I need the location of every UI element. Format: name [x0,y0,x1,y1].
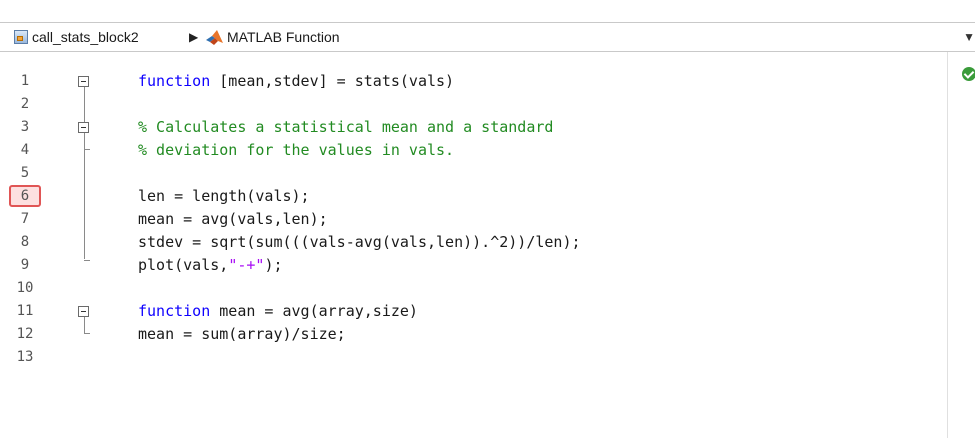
matlab-function-editor: call_stats_block2 ▶ MATLAB Function ▼ 1 … [0,0,975,438]
string-literal: "-+" [228,256,265,274]
matlab-logo-icon [206,29,223,45]
code-text: plot(vals, [138,256,229,274]
line-number[interactable]: 12 [0,323,50,346]
code-analyzer-bar [947,52,975,438]
code-comment-line[interactable]: % Calculates a statistical mean and a st… [138,116,553,139]
line-number[interactable]: 2 [0,93,50,116]
code-line[interactable]: function mean = avg(array,size) [138,300,418,323]
breadcrumb-model[interactable]: call_stats_block2 [14,23,139,51]
fold-end [84,333,90,334]
breakpoint-marker[interactable]: 6 [0,185,50,208]
fold-toggle-icon[interactable] [78,76,89,87]
code-line[interactable]: mean = avg(vals,len); [138,208,328,231]
code-comment-line[interactable]: % deviation for the values in vals. [138,139,454,162]
code-text: [mean,stdev] = stats(vals) [210,72,455,90]
line-number[interactable]: 9 [0,254,50,277]
line-number[interactable]: 11 [0,300,50,323]
line-number[interactable]: 10 [0,277,50,300]
breadcrumb: call_stats_block2 ▶ MATLAB Function ▼ [0,22,975,52]
code-line[interactable]: len = length(vals); [138,185,310,208]
line-number[interactable]: 4 [0,139,50,162]
fold-end [84,149,90,150]
line-number[interactable]: 7 [0,208,50,231]
code-line[interactable]: function [mean,stdev] = stats(vals) [138,70,454,93]
fold-guide [84,317,85,333]
code-line[interactable]: mean = sum(array)/size; [138,323,346,346]
code-text: mean = avg(array,size) [210,302,418,320]
line-number: 6 [9,185,41,207]
simulink-model-icon [14,30,28,44]
line-number[interactable]: 5 [0,162,50,185]
breadcrumb-block[interactable]: MATLAB Function [206,23,340,51]
line-number[interactable]: 3 [0,116,50,139]
fold-toggle-icon[interactable] [78,122,89,133]
breadcrumb-model-label: call_stats_block2 [32,29,139,45]
fold-toggle-icon[interactable] [78,306,89,317]
line-number-gutter[interactable]: 1 2 3 4 5 6 7 8 9 10 11 12 13 [0,52,62,438]
code-text-area[interactable]: function [mean,stdev] = stats(vals) % Ca… [138,52,918,438]
breadcrumb-separator-icon: ▶ [189,30,199,44]
chevron-down-icon[interactable]: ▼ [963,23,975,51]
breadcrumb-block-label: MATLAB Function [227,29,340,45]
keyword: function [138,72,211,90]
code-line[interactable]: plot(vals,"-+"); [138,254,283,277]
line-number[interactable]: 13 [0,346,50,369]
code-line[interactable]: stdev = sqrt(sum(((vals-avg(vals,len)).^… [138,231,581,254]
check-circle-icon[interactable] [962,67,975,81]
fold-guide [84,87,85,259]
line-number[interactable]: 1 [0,70,50,93]
code-editor[interactable]: 1 2 3 4 5 6 7 8 9 10 11 12 13 function [… [0,52,975,438]
code-text: ); [264,256,283,274]
keyword: function [138,302,211,320]
line-number[interactable]: 8 [0,231,50,254]
fold-end [84,260,90,261]
